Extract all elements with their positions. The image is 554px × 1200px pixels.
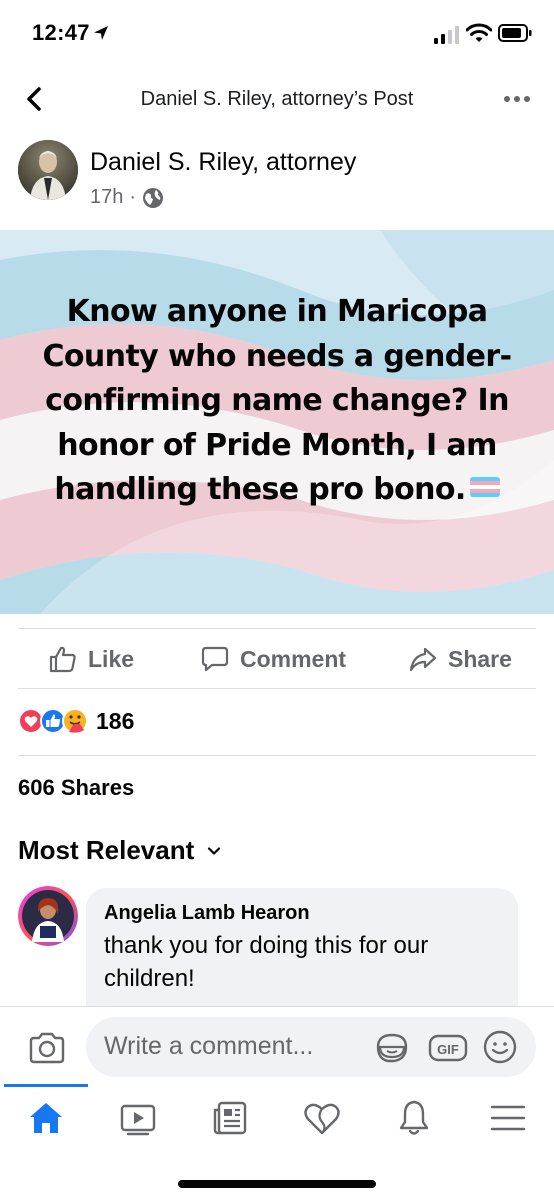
reaction-icons [18,708,88,734]
location-arrow-icon [94,26,108,40]
like-button[interactable]: Like [48,644,134,674]
post-image-message: Know anyone in Maricopa County who needs… [42,294,513,507]
commenter-avatar[interactable] [18,886,78,946]
emoji-icon[interactable] [482,1029,518,1065]
home-indicator [178,1180,376,1188]
comment-label: Comment [240,645,347,672]
post-meta: 17h · [90,186,164,209]
home-icon[interactable] [26,1098,66,1138]
sort-label: Most Relevant [18,835,195,865]
like-reaction-icon [40,708,66,734]
comment-input[interactable]: Write a comment... GIF [86,1017,536,1077]
share-arrow-icon [409,647,437,672]
comment-text: thank you for doing this for our childre… [104,932,429,992]
wifi-icon [466,23,492,42]
notifications-icon[interactable] [394,1098,434,1138]
share-label: Share [448,645,512,672]
post-image-text: Know anyone in Maricopa County who needs… [20,290,534,513]
more-options-icon[interactable] [502,86,532,112]
care-reaction-icon [62,708,88,734]
svg-text:GIF: GIF [437,1042,459,1057]
meta-separator: · [129,186,137,208]
post-actions: Like Comment Share [0,632,554,688]
share-button[interactable]: Share [408,644,512,674]
chevron-down-icon [208,846,221,855]
reaction-count: 186 [96,707,135,734]
reactions-summary[interactable]: 186 [18,706,134,736]
author-name[interactable]: Daniel S. Riley, attorney [90,148,356,177]
page-title: Daniel S. Riley, attorney’s Post [140,88,414,110]
comment-sort-dropdown[interactable]: Most Relevant [18,835,224,866]
gif-icon[interactable]: GIF [428,1033,468,1063]
menu-icon[interactable] [488,1098,528,1138]
battery-icon [498,24,532,42]
comment-bubble-icon [201,646,229,672]
comment-input-placeholder: Write a comment... [104,1032,314,1060]
dating-icon[interactable] [302,1098,342,1138]
author-avatar[interactable] [18,140,78,200]
watch-icon[interactable] [118,1098,158,1138]
comment-author[interactable]: Angelia Lamb Hearon [104,902,500,925]
status-bar: 12:47 [0,0,554,68]
camera-icon[interactable] [28,1031,66,1065]
post-image[interactable]: Know anyone in Maricopa County who needs… [0,230,554,614]
love-reaction-icon [18,708,44,734]
like-label: Like [88,645,135,672]
transgender-flag-emoji-icon [469,476,500,497]
divider [18,755,536,756]
thumbs-up-icon [49,646,76,673]
divider [18,688,536,689]
post-header-bar: Daniel S. Riley, attorney’s Post [0,70,554,126]
public-globe-icon [143,187,164,208]
status-time: 12:47 [32,20,90,45]
sticker-icon[interactable] [374,1031,410,1065]
comment-button[interactable]: Comment [200,644,346,674]
cellular-signal-icon [434,26,459,44]
comment-composer: Write a comment... GIF [0,1006,554,1084]
news-icon[interactable] [210,1098,250,1138]
share-count[interactable]: 606 Shares [18,775,134,801]
divider [18,628,536,629]
active-tab-indicator [4,1084,88,1087]
post-age[interactable]: 17h [90,186,123,209]
